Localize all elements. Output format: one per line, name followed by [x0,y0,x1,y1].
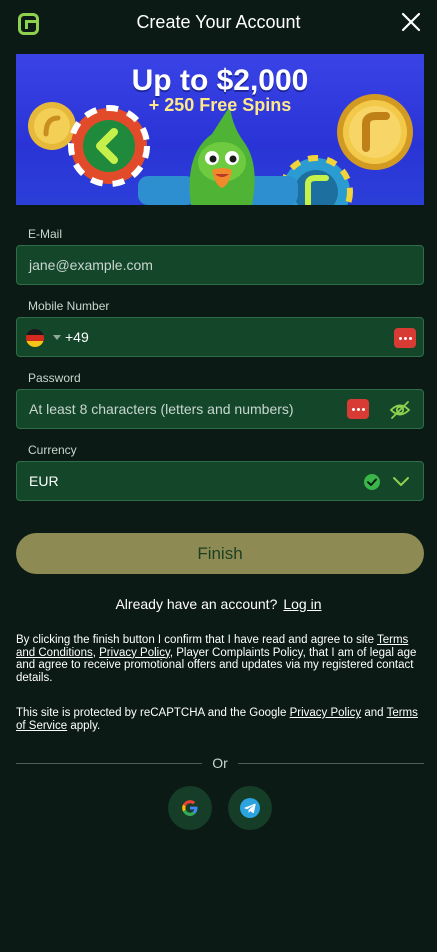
currency-label: Currency [28,443,77,457]
parrot-mascot-icon [138,106,298,205]
have-account-text: Already have an account? [115,596,278,612]
banner-headline: Up to $2,000 [131,64,309,97]
currency-select[interactable]: EUR [16,461,424,501]
currency-value: EUR [29,473,59,489]
recaptcha-text: This site is protected by reCAPTCHA and … [16,707,424,732]
privacy-policy-link[interactable]: Privacy Policy [99,647,170,659]
password-manager-icon[interactable] [347,399,369,419]
google-privacy-link[interactable]: Privacy Policy [290,707,362,719]
or-divider: Or [16,755,424,771]
recaptcha-suffix: apply. [70,719,101,732]
mobile-label: Mobile Number [28,299,110,313]
consent-prefix: By clicking the finish button I confirm … [16,634,374,646]
recaptcha-and: and [364,707,384,719]
promo-banner: Up to $2,000 + 250 Free Spins [16,54,424,205]
header: Create Your Account [0,0,437,48]
banner-subheadline: + 250 Free Spins [148,95,292,115]
toggle-password-visibility-button[interactable] [389,399,411,421]
password-placeholder: At least 8 characters (letters and numbe… [29,401,294,417]
password-manager-icon[interactable] [394,328,416,348]
google-icon [182,800,198,816]
close-button[interactable] [401,12,421,32]
email-field[interactable]: jane@example.com [16,245,424,285]
email-placeholder: jane@example.com [29,257,153,273]
google-login-button[interactable] [168,786,212,830]
mobile-field[interactable]: +49 [16,317,424,357]
telegram-login-button[interactable] [228,786,272,830]
finish-button[interactable]: Finish [16,533,424,574]
email-label: E-Mail [28,227,63,241]
password-label: Password [28,371,81,385]
poker-chip-left-icon [68,105,150,187]
password-field[interactable]: At least 8 characters (letters and numbe… [16,389,424,429]
page-title: Create Your Account [136,12,301,32]
login-link[interactable]: Log in [283,596,321,612]
consent-text: By clicking the finish button I confirm … [16,634,424,684]
germany-flag-icon [26,329,44,347]
consent-comma: , [92,646,96,659]
caret-down-icon [53,335,61,340]
or-label: Or [212,755,228,771]
check-circle-icon [364,474,380,490]
dial-code: +49 [65,329,89,345]
recaptcha-prefix: This site is protected by reCAPTCHA and … [16,707,287,719]
divider-line [237,762,424,764]
divider-line [16,762,203,764]
eye-off-icon [389,401,411,419]
close-icon [401,12,421,32]
login-prompt: Already have an account? Log in [0,596,437,612]
country-selector[interactable] [25,329,65,347]
telegram-icon [240,798,260,818]
chevron-down-icon [393,477,409,486]
